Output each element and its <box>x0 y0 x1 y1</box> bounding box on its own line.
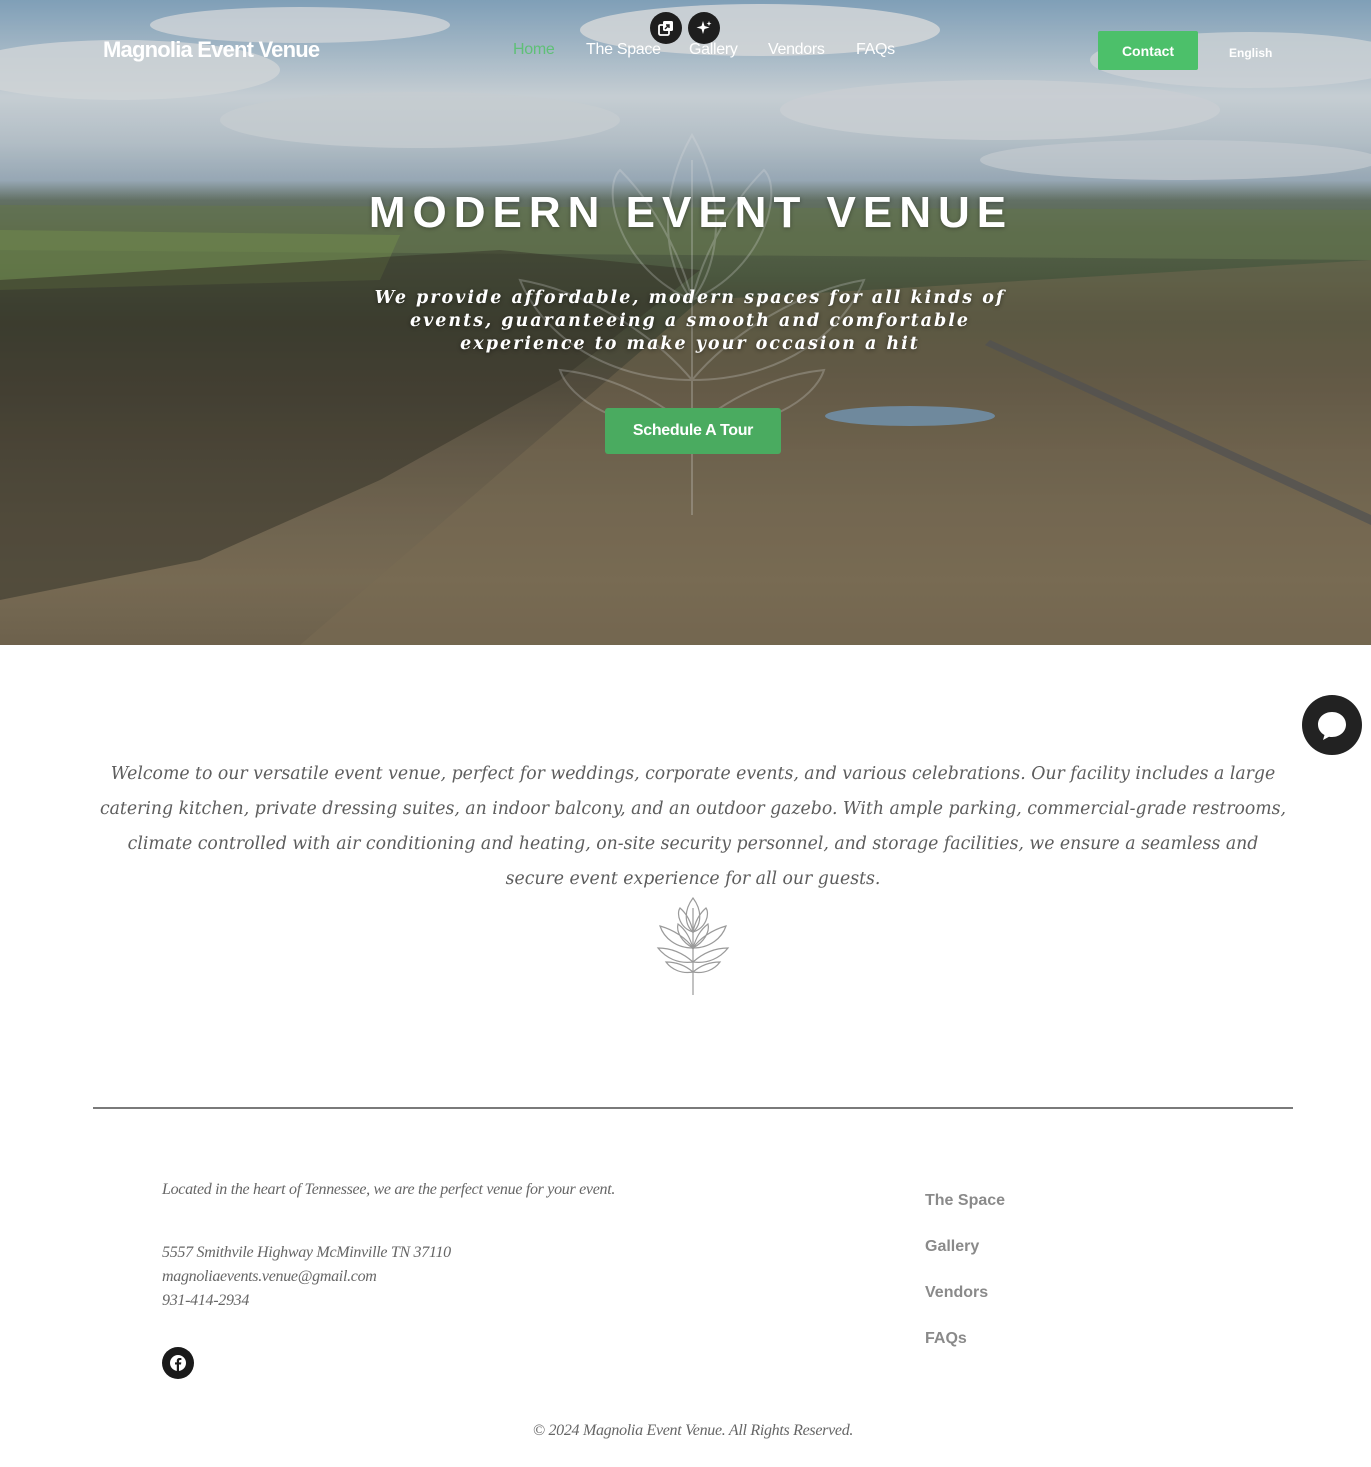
language-selector[interactable]: English <box>1229 46 1272 60</box>
copyright-text: © 2024 Magnolia Event Venue. All Rights … <box>532 1422 854 1439</box>
footer-link-the-space[interactable]: The Space <box>925 1191 1005 1237</box>
chat-bubble-icon <box>1318 712 1346 740</box>
footer-link-vendors[interactable]: Vendors <box>925 1283 1005 1329</box>
footer-link-gallery[interactable]: Gallery <box>925 1237 1005 1283</box>
footer-email[interactable]: magnoliaevents.venue@gmail.com <box>162 1265 451 1289</box>
contact-button[interactable]: Contact <box>1098 31 1198 70</box>
footer-address: 5557 Smithvile Highway McMinville TN 371… <box>162 1244 451 1261</box>
welcome-text: Welcome to our versatile event venue, pe… <box>99 764 1287 889</box>
nav-vendors[interactable]: Vendors <box>768 41 825 59</box>
section-divider <box>93 1107 1293 1109</box>
footer-phone[interactable]: 931-414-2934 <box>162 1289 451 1313</box>
footer-nav: The Space Gallery Vendors FAQs <box>925 1191 1005 1375</box>
sparkle-icon[interactable] <box>688 12 720 44</box>
nav-gallery[interactable]: Gallery <box>689 41 738 59</box>
nav-home[interactable]: Home <box>513 41 555 59</box>
footer-tagline: Located in the heart of Tennessee, we ar… <box>162 1181 616 1198</box>
nav-the-space[interactable]: The Space <box>586 41 661 59</box>
magnolia-tree-icon <box>656 896 730 995</box>
facebook-icon[interactable] <box>162 1347 194 1379</box>
footer-contact-info: 5557 Smithvile Highway McMinville TN 371… <box>162 1241 451 1313</box>
chat-widget-button[interactable] <box>1302 695 1362 755</box>
copy-gallery-icon[interactable] <box>650 12 682 44</box>
nav-faqs[interactable]: FAQs <box>856 41 895 59</box>
hero-subtitle: We provide affordable, modern spaces for… <box>374 288 1006 354</box>
hero-title: MODERN EVENT VENUE <box>368 188 1014 237</box>
footer-link-faqs[interactable]: FAQs <box>925 1329 1005 1375</box>
schedule-tour-button[interactable]: Schedule A Tour <box>605 408 781 454</box>
hero-section: Magnolia Event Venue Home The Space Gall… <box>0 0 1371 645</box>
